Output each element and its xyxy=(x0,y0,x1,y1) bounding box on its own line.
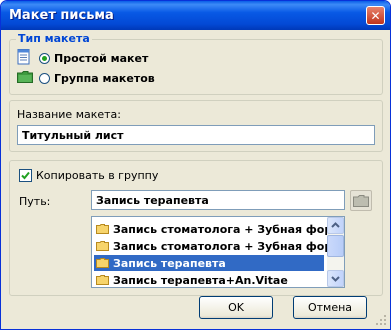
checkmark-icon xyxy=(21,171,30,180)
radio-simple-layout[interactable]: Простой макет xyxy=(39,52,148,65)
list-item-label: Запись стоматолога + Зубная формула xyxy=(113,239,345,253)
folder-icon xyxy=(96,258,109,268)
folder-icon xyxy=(96,224,109,234)
list-item[interactable]: Запись стоматолога + Зубная формула xyxy=(94,221,344,237)
dialog-body: Тип макета Простой макет Группа макетов … xyxy=(4,30,387,326)
radio-layout-group-label: Группа макетов xyxy=(54,72,155,85)
chevron-down-icon xyxy=(331,276,340,282)
radio-simple-layout-label: Простой макет xyxy=(54,52,149,65)
layout-type-group: Тип макета Простой макет Группа макетов xyxy=(9,32,383,95)
layout-name-group: Название макета: Титульный лист xyxy=(9,100,383,152)
layout-type-legend: Тип макета xyxy=(16,32,92,45)
ok-button[interactable]: OK xyxy=(199,296,273,319)
list-item[interactable]: Запись стоматолога + Зубная формула xyxy=(94,238,344,254)
title-bar[interactable]: Макет письма ✕ xyxy=(1,1,390,30)
copy-to-group-checkbox[interactable] xyxy=(19,169,32,182)
radio-layout-group[interactable]: Группа макетов xyxy=(39,72,155,85)
group-tree-list[interactable]: Запись стоматолога + Зубная формула Запи… xyxy=(91,216,345,288)
list-item-label: Запись терапевта+An.Vitae xyxy=(113,273,288,287)
green-folder-icon xyxy=(17,71,33,83)
copy-to-group-label: Копировать в группу xyxy=(36,169,159,182)
browse-folder-button[interactable] xyxy=(350,190,372,211)
list-item-label: Запись терапевта xyxy=(113,256,226,270)
resize-grip-icon[interactable] xyxy=(375,314,387,326)
copy-group: Копировать в группу Путь: Запись терапев… xyxy=(9,160,383,296)
scroll-down-button[interactable] xyxy=(327,270,344,287)
close-button[interactable]: ✕ xyxy=(366,6,385,25)
layout-name-input[interactable]: Титульный лист xyxy=(17,125,375,145)
window-title: Макет письма xyxy=(9,8,114,23)
scroll-up-button[interactable] xyxy=(327,217,344,234)
path-input[interactable]: Запись терапевта xyxy=(91,190,345,210)
list-item-label: Запись стоматолога + Зубная формула xyxy=(113,222,345,236)
path-label: Путь: xyxy=(19,195,51,208)
list-item[interactable]: Запись терапевта+An.Vitae xyxy=(94,272,324,287)
list-scrollbar[interactable] xyxy=(327,217,344,287)
folder-icon xyxy=(96,241,109,251)
folder-icon xyxy=(353,195,369,207)
chevron-up-icon xyxy=(331,222,340,228)
document-icon xyxy=(17,49,31,65)
list-item-selected[interactable]: Запись терапевта xyxy=(94,255,324,271)
dialog-window: Макет письма ✕ Тип макета Простой макет xyxy=(0,0,391,330)
radio-layout-group-button[interactable] xyxy=(39,73,50,84)
layout-name-label: Название макета: xyxy=(17,108,121,121)
cancel-button[interactable]: Отмена xyxy=(293,296,367,319)
folder-icon xyxy=(96,275,109,285)
scroll-thumb[interactable] xyxy=(327,235,344,257)
radio-simple-layout-button[interactable] xyxy=(39,53,50,64)
copy-to-group-checkbox-row[interactable]: Копировать в группу xyxy=(19,169,158,182)
